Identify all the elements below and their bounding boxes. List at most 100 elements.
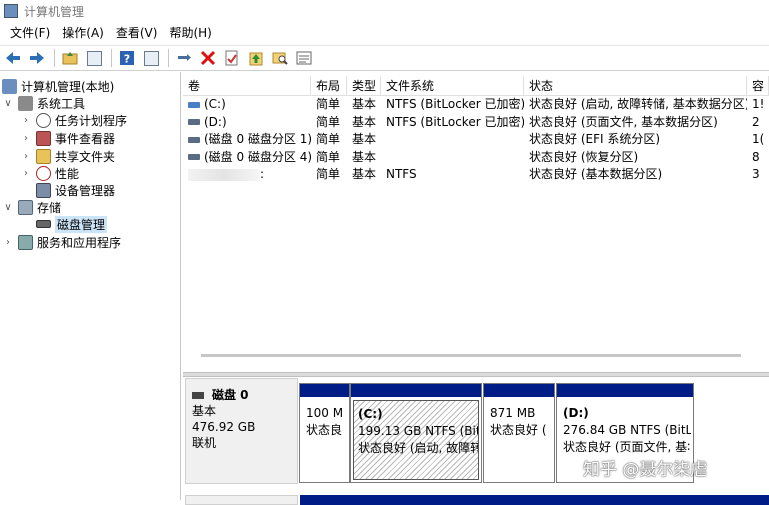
- toolbar-separator: [168, 49, 169, 67]
- up-folder-icon[interactable]: [59, 47, 81, 69]
- properties-panel-icon[interactable]: [140, 47, 162, 69]
- tree-item-label: 共享文件夹: [55, 149, 116, 164]
- table-row[interactable]: (C:) 简单 基本 NTFS (BitLocker 已加密) 状态良好 (启动…: [183, 96, 769, 114]
- chevron-right-icon[interactable]: ›: [20, 168, 32, 179]
- tree-item-services-apps[interactable]: › 服务和应用程序: [2, 233, 121, 251]
- menu-bar: 文件(F) 操作(A) 查看(V) 帮助(H): [0, 22, 769, 44]
- list-view-icon[interactable]: [293, 47, 315, 69]
- chevron-down-icon[interactable]: ∨: [2, 98, 14, 109]
- volume-filesystem: [381, 131, 524, 149]
- tree-root-label: 计算机管理(本地): [21, 79, 115, 94]
- tree-item-system-tools[interactable]: ∨ 系统工具: [2, 94, 85, 112]
- chevron-right-icon[interactable]: ›: [20, 133, 32, 144]
- window-title: 计算机管理: [24, 4, 85, 19]
- back-arrow-icon[interactable]: [2, 47, 24, 69]
- help-icon[interactable]: ?: [116, 47, 138, 69]
- connect-icon[interactable]: [173, 47, 195, 69]
- redacted-volume-name: [188, 168, 260, 181]
- tree-item-label: 任务计划程序: [55, 113, 128, 128]
- disk-type: 基本: [192, 404, 217, 418]
- volume-capacity: 3: [752, 167, 760, 181]
- disk-icon: [36, 220, 51, 228]
- tree-item-label: 服务和应用程序: [37, 235, 122, 250]
- partition-c[interactable]: (C:) 199.13 GB NTFS (BitL 状态良好 (启动, 故障转: [350, 383, 482, 483]
- volume-type: 基本: [352, 149, 377, 164]
- drive-icon: [188, 136, 200, 143]
- toolbar-separator: [111, 49, 112, 67]
- disk-size: 476.92 GB: [192, 420, 256, 434]
- table-row[interactable]: (磁盘 0 磁盘分区 4) 简单 基本 状态良好 (恢复分区) 8: [183, 149, 769, 167]
- partition-name: (D:): [563, 406, 589, 420]
- partition-bar: [300, 384, 349, 397]
- pane-splitter[interactable]: [183, 372, 769, 377]
- volume-status: 状态良好 (页面文件, 基本数据分区): [529, 114, 718, 129]
- disk-map: 磁盘 0 基本 476.92 GB 联机 100 M 状态良 (C:) 199.…: [183, 378, 769, 505]
- table-row[interactable]: (磁盘 0 磁盘分区 1) 简单 基本 状态良好 (EFI 系统分区) 1(: [183, 131, 769, 149]
- tree-item-disk-management[interactable]: 磁盘管理: [36, 215, 108, 233]
- volume-filesystem: NTFS (BitLocker 已加密): [386, 114, 524, 129]
- menu-file[interactable]: 文件(F): [4, 23, 56, 43]
- event-viewer-icon: [36, 130, 51, 146]
- horizontal-scrollbar[interactable]: [201, 354, 741, 357]
- partition-bar: [484, 384, 554, 397]
- volume-list-header: 卷 布局 类型 文件系统 状态 容: [183, 76, 769, 96]
- partition-status: 状态良好 (启动, 故障转: [358, 441, 479, 455]
- tree-item-event-viewer[interactable]: › 事件查看器: [20, 129, 115, 147]
- tree-item-storage[interactable]: ∨ 存储: [2, 198, 61, 216]
- folder-up-icon[interactable]: [245, 47, 267, 69]
- column-header-capacity[interactable]: 容: [747, 76, 769, 96]
- tree-item-label: 事件查看器: [55, 131, 116, 146]
- menu-help[interactable]: 帮助(H): [163, 23, 217, 43]
- column-header-type[interactable]: 类型: [347, 76, 381, 96]
- column-header-layout[interactable]: 布局: [311, 76, 347, 96]
- disk-management-pane: 卷 布局 类型 文件系统 状态 容 (C:) 简单 基本 NTFS (BitLo…: [183, 72, 769, 505]
- chevron-right-icon[interactable]: ›: [2, 237, 14, 248]
- chevron-down-icon[interactable]: ∨: [2, 202, 14, 213]
- volume-name: (D:): [204, 114, 227, 129]
- table-row[interactable]: (D:) 简单 基本 NTFS (BitLocker 已加密) 状态良好 (页面…: [183, 114, 769, 132]
- drive-icon: [188, 119, 200, 126]
- volume-layout: 简单: [316, 97, 341, 111]
- delete-icon[interactable]: [197, 47, 219, 69]
- forward-arrow-icon[interactable]: [26, 47, 48, 69]
- menu-action[interactable]: 操作(A): [56, 23, 110, 43]
- disk-0-label[interactable]: 磁盘 0 基本 476.92 GB 联机: [185, 378, 298, 484]
- tree-item-label: 系统工具: [37, 96, 86, 111]
- tree-item-performance[interactable]: › 性能: [20, 164, 79, 182]
- tree-item-task-scheduler[interactable]: › 任务计划程序: [20, 111, 127, 129]
- disk-1-label[interactable]: [185, 495, 298, 505]
- disk-icon: [192, 391, 204, 399]
- partition-bar: [557, 384, 693, 397]
- volume-status: 状态良好 (启动, 故障转储, 基本数据分区): [529, 97, 747, 111]
- title-bar: 计算机管理: [0, 0, 769, 22]
- column-header-status[interactable]: 状态: [524, 76, 747, 96]
- partition-efi[interactable]: 100 M 状态良: [299, 383, 350, 483]
- tree-item-device-manager[interactable]: 设备管理器: [36, 181, 115, 199]
- computer-icon: [2, 78, 17, 94]
- column-header-volume[interactable]: 卷: [183, 76, 311, 96]
- device-manager-icon: [36, 182, 51, 198]
- chevron-right-icon[interactable]: ›: [20, 115, 32, 126]
- volume-name: :: [260, 167, 265, 181]
- tree-item-shared-folders[interactable]: › 共享文件夹: [20, 147, 115, 165]
- chevron-right-icon[interactable]: ›: [20, 151, 32, 162]
- services-icon: [18, 234, 33, 250]
- tree-item-label: 性能: [55, 166, 80, 181]
- column-header-filesystem[interactable]: 文件系统: [381, 76, 524, 96]
- search-folder-icon[interactable]: [269, 47, 291, 69]
- show-hide-tree-icon[interactable]: [83, 47, 105, 69]
- partition-recovery[interactable]: 871 MB 状态良好 (: [483, 383, 555, 483]
- disk-name: 磁盘 0: [212, 388, 249, 402]
- table-row[interactable]: : 简单 基本 NTFS 状态良好 (基本数据分区) 3: [183, 166, 769, 184]
- partition-name: (C:): [358, 407, 383, 421]
- tree-root[interactable]: 计算机管理(本地): [2, 77, 114, 95]
- toolbar: ?: [0, 45, 769, 71]
- volume-name: (磁盘 0 磁盘分区 4): [204, 149, 311, 164]
- check-icon[interactable]: [221, 47, 243, 69]
- volume-layout: 简单: [316, 167, 341, 181]
- shared-folder-icon: [36, 148, 51, 164]
- volume-status: 状态良好 (恢复分区): [529, 149, 639, 164]
- disk-1-partition-bar[interactable]: [300, 495, 769, 505]
- volume-capacity: 1(: [752, 132, 765, 146]
- menu-view[interactable]: 查看(V): [110, 23, 164, 43]
